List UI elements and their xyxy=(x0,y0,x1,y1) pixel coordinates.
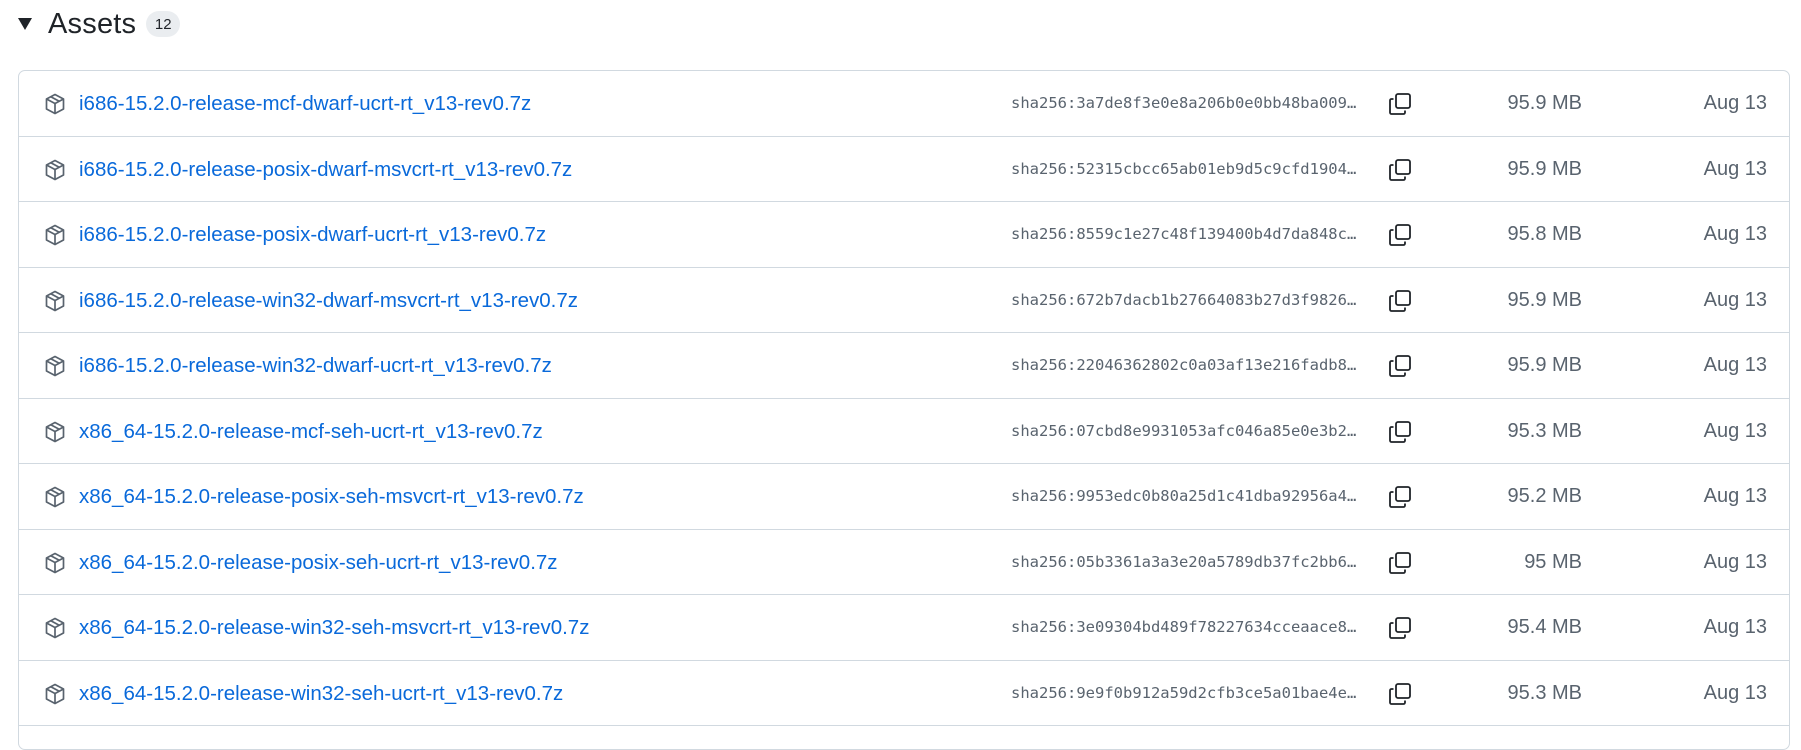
asset-size: 95.8 MB xyxy=(1507,223,1582,245)
asset-size: 95.9 MB xyxy=(1507,92,1582,114)
asset-size: 95.4 MB xyxy=(1507,616,1582,638)
assets-list: i686-15.2.0-release-mcf-dwarf-ucrt-rt_v1… xyxy=(18,70,1790,750)
asset-link[interactable]: x86_64-15.2.0-release-win32-seh-msvcrt-r… xyxy=(79,595,589,660)
asset-row: i686-15.2.0-release-posix-dwarf-msvcrt-r… xyxy=(19,137,1789,202)
asset-link[interactable]: x86_64-15.2.0-release-mcf-seh-ucrt-rt_v1… xyxy=(79,399,543,464)
copy-icon[interactable] xyxy=(1387,615,1413,641)
asset-date: Aug 13 xyxy=(1703,354,1767,376)
package-icon xyxy=(43,616,67,640)
copy-icon[interactable] xyxy=(1387,353,1413,379)
copy-icon[interactable] xyxy=(1387,484,1413,510)
copy-icon[interactable] xyxy=(1387,550,1413,576)
package-icon xyxy=(43,223,67,247)
asset-size: 95 MB xyxy=(1524,550,1582,573)
asset-date: Aug 13 xyxy=(1703,157,1767,180)
asset-date: Aug 13 xyxy=(1703,616,1767,638)
asset-row: x86_64-15.2.0-release-mcf-seh-ucrt-rt_v1… xyxy=(19,399,1789,464)
asset-sha256: sha256:672b7dacb1b27664083b27d3f9826… xyxy=(1011,290,1357,309)
asset-date: Aug 13 xyxy=(1703,681,1767,704)
package-icon xyxy=(43,420,67,444)
asset-sha256: sha256:52315cbcc65ab01eb9d5c9cfd1904… xyxy=(1011,159,1357,178)
asset-date: Aug 13 xyxy=(1703,550,1767,573)
asset-date: Aug 13 xyxy=(1703,92,1767,114)
package-icon xyxy=(43,289,67,313)
copy-icon[interactable] xyxy=(1387,222,1413,248)
asset-size: 95.9 MB xyxy=(1507,354,1582,376)
asset-size: 95.3 MB xyxy=(1507,419,1582,442)
package-icon xyxy=(43,354,67,378)
asset-size: 95.9 MB xyxy=(1507,288,1582,311)
assets-count-badge: 12 xyxy=(146,11,181,37)
asset-link[interactable]: x86_64-15.2.0-release-win32-seh-ucrt-rt_… xyxy=(79,661,563,726)
asset-sha256: sha256:22046362802c0a03af13e216fadb8… xyxy=(1011,356,1357,374)
asset-link[interactable]: i686-15.2.0-release-win32-dwarf-ucrt-rt_… xyxy=(79,333,552,398)
copy-icon[interactable] xyxy=(1387,419,1413,445)
assets-title: Assets xyxy=(48,7,137,40)
asset-date: Aug 13 xyxy=(1703,419,1767,442)
asset-sha256: sha256:8559c1e27c48f139400b4d7da848c… xyxy=(1011,225,1357,243)
asset-sha256: sha256:07cbd8e9931053afc046a85e0e3b2… xyxy=(1011,421,1357,440)
asset-row: i686-15.2.0-release-posix-dwarf-ucrt-rt_… xyxy=(19,202,1789,268)
asset-row: x86_64-15.2.0-release-win32-seh-msvcrt-r… xyxy=(19,595,1789,661)
asset-date: Aug 13 xyxy=(1703,288,1767,311)
asset-date: Aug 13 xyxy=(1703,223,1767,245)
package-icon xyxy=(43,92,67,116)
asset-row: x86_64-15.2.0-release-win32-seh-ucrt-rt_… xyxy=(19,661,1789,726)
asset-sha256: sha256:3a7de8f3e0e8a206b0e0bb48ba009… xyxy=(1011,94,1357,112)
asset-link[interactable]: i686-15.2.0-release-win32-dwarf-msvcrt-r… xyxy=(79,268,578,333)
asset-row: x86_64-15.2.0-release-posix-seh-msvcrt-r… xyxy=(19,464,1789,530)
asset-row: i686-15.2.0-release-win32-dwarf-msvcrt-r… xyxy=(19,268,1789,333)
package-icon xyxy=(43,485,67,509)
asset-row: i686-15.2.0-release-win32-dwarf-ucrt-rt_… xyxy=(19,333,1789,399)
triangle-down-icon[interactable] xyxy=(18,17,32,31)
asset-link[interactable]: i686-15.2.0-release-mcf-dwarf-ucrt-rt_v1… xyxy=(79,71,531,136)
asset-sha256: sha256:9953edc0b80a25d1c41dba92956a4… xyxy=(1011,487,1357,505)
copy-icon[interactable] xyxy=(1387,288,1413,314)
asset-size: 95.9 MB xyxy=(1507,157,1582,180)
asset-sha256: sha256:05b3361a3a3e20a5789db37fc2bb6… xyxy=(1011,552,1357,571)
asset-row: x86_64-15.2.0-release-posix-seh-ucrt-rt_… xyxy=(19,530,1789,595)
copy-icon[interactable] xyxy=(1387,91,1413,117)
asset-date: Aug 13 xyxy=(1703,485,1767,507)
asset-link[interactable]: i686-15.2.0-release-posix-dwarf-msvcrt-r… xyxy=(79,137,572,202)
asset-size: 95.3 MB xyxy=(1507,681,1582,704)
asset-row: i686-15.2.0-release-mcf-dwarf-ucrt-rt_v1… xyxy=(19,71,1789,137)
asset-sha256: sha256:3e09304bd489f78227634cceaace8… xyxy=(1011,618,1357,636)
copy-icon[interactable] xyxy=(1387,681,1413,707)
asset-link[interactable]: x86_64-15.2.0-release-posix-seh-msvcrt-r… xyxy=(79,464,584,529)
assets-header[interactable]: Assets 12 xyxy=(18,7,181,40)
package-icon xyxy=(43,682,67,706)
package-icon xyxy=(43,551,67,575)
asset-link[interactable]: i686-15.2.0-release-posix-dwarf-ucrt-rt_… xyxy=(79,202,546,267)
copy-icon[interactable] xyxy=(1387,157,1413,183)
package-icon xyxy=(43,158,67,182)
asset-link[interactable]: x86_64-15.2.0-release-posix-seh-ucrt-rt_… xyxy=(79,530,558,595)
asset-size: 95.2 MB xyxy=(1507,485,1582,507)
asset-sha256: sha256:9e9f0b912a59d2cfb3ce5a01bae4e… xyxy=(1011,683,1357,702)
